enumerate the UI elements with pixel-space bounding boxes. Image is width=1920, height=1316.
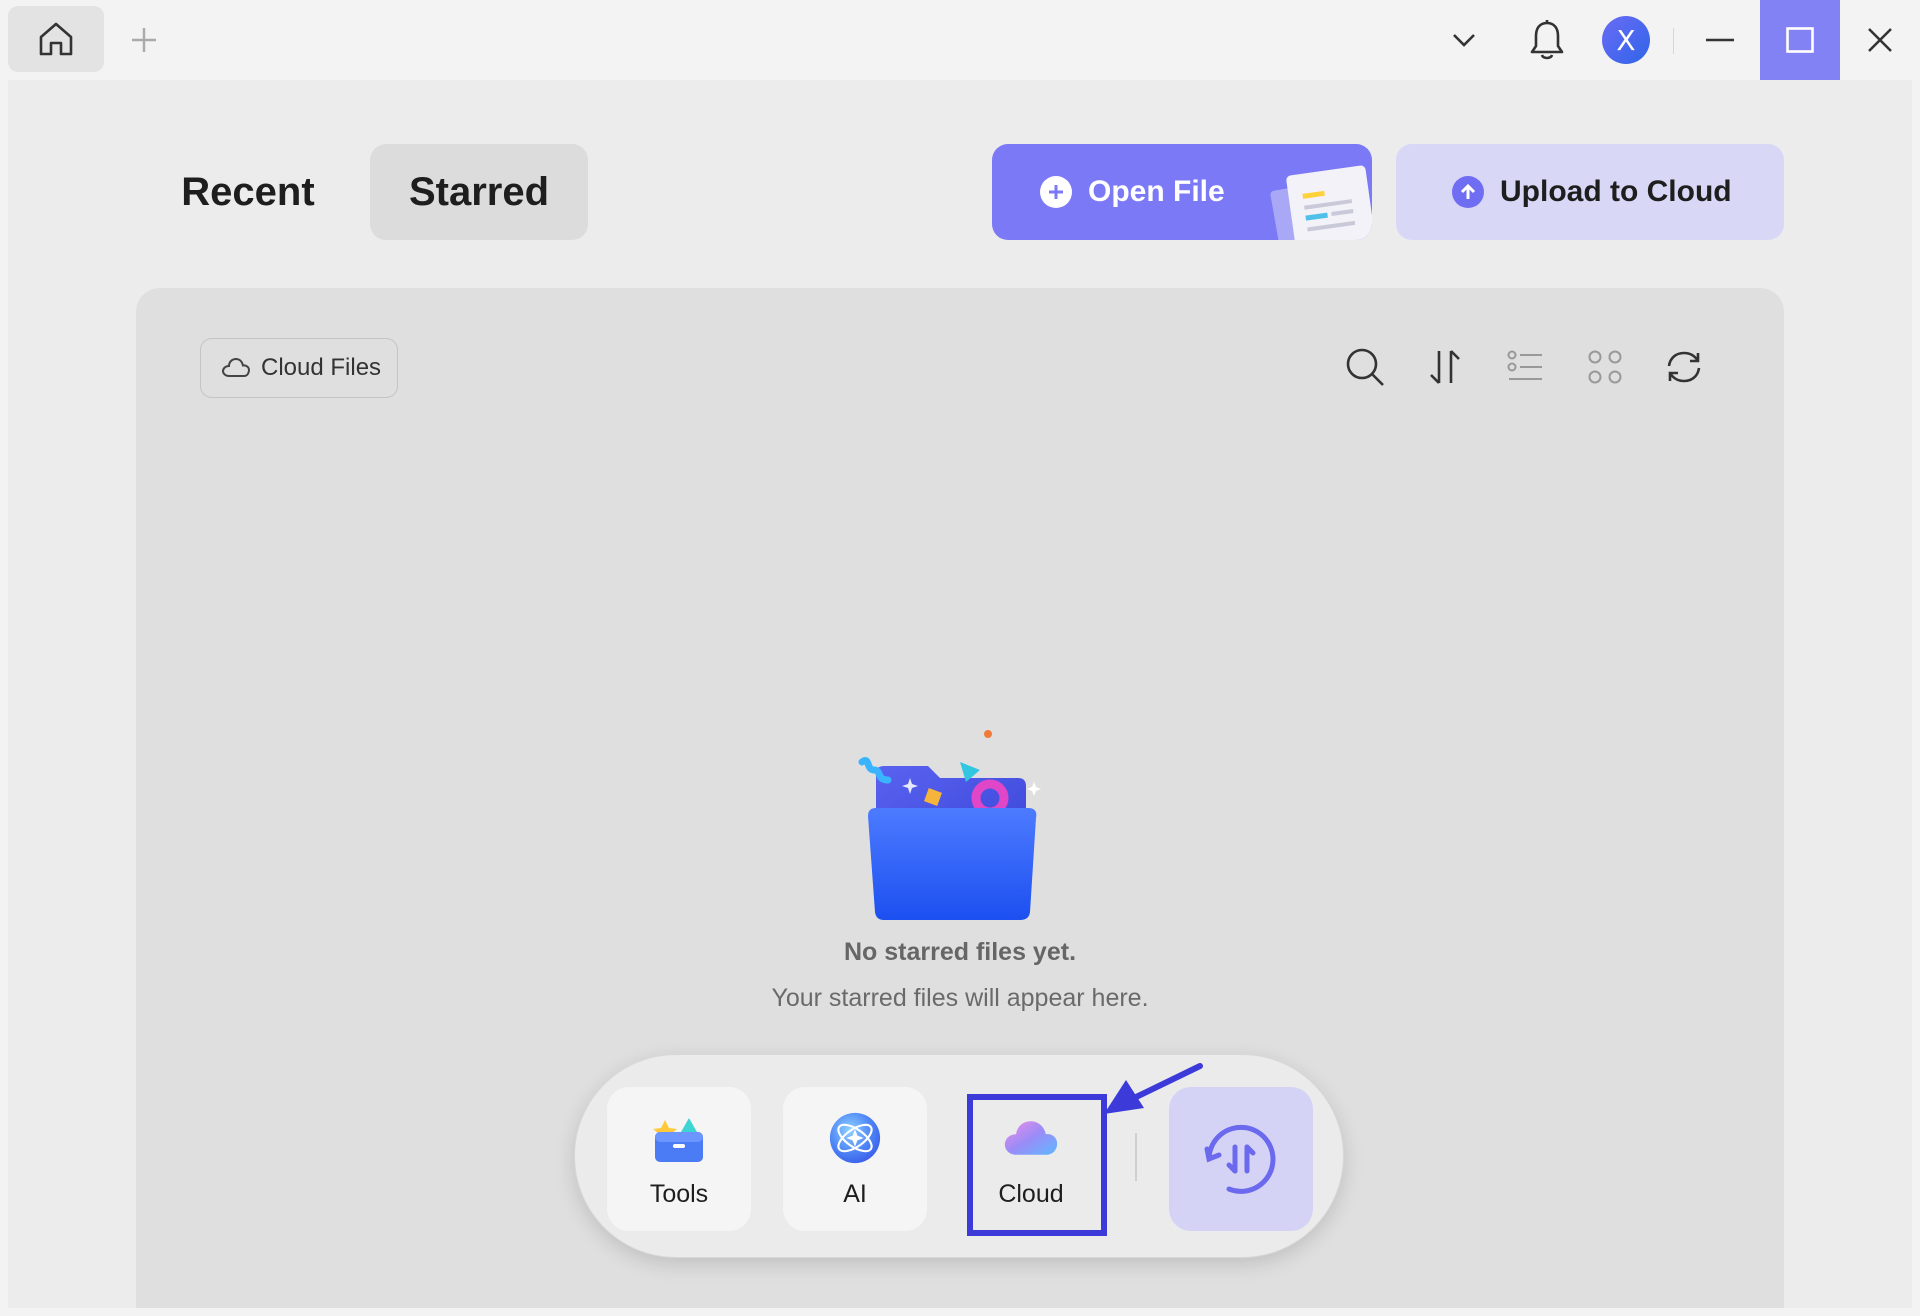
dropdown-button[interactable] [1436, 12, 1492, 68]
empty-folder-illustration [858, 730, 1041, 920]
notifications-button[interactable] [1519, 12, 1575, 68]
bottom-dock: Tools AI Cloud [574, 1054, 1344, 1258]
title-bar: X [0, 0, 1920, 80]
dock-tools-label: Tools [649, 1179, 709, 1208]
empty-state-title: No starred files yet. [843, 938, 1077, 966]
dock-divider [1135, 1133, 1137, 1181]
empty-state-subtitle: Your starred files will appear here. [771, 984, 1149, 1012]
close-button[interactable] [1840, 0, 1920, 80]
grid-view-icon [1588, 350, 1622, 384]
tab-recent[interactable]: Recent [154, 144, 342, 240]
highlight-box [967, 1094, 1107, 1236]
bell-icon [1530, 20, 1564, 60]
document-decoration-icon [1270, 165, 1372, 240]
refresh-icon [1667, 351, 1701, 383]
search-button[interactable] [1340, 342, 1390, 392]
dock-ai-button[interactable]: AI [783, 1087, 927, 1231]
plus-circle-icon [1040, 176, 1072, 208]
upload-to-cloud-button[interactable]: Upload to Cloud [1396, 144, 1784, 240]
maximize-button[interactable] [1760, 0, 1840, 80]
dock-tools-button[interactable]: Tools [607, 1087, 751, 1231]
cloud-outline-icon [221, 357, 251, 377]
sort-icon [1430, 350, 1460, 384]
open-file-button[interactable]: Open File [992, 144, 1372, 240]
plus-icon [132, 28, 156, 52]
new-tab-button[interactable] [124, 20, 164, 60]
list-view-button[interactable] [1500, 342, 1550, 392]
list-view-icon [1507, 350, 1542, 380]
avatar: X [1602, 16, 1650, 64]
titlebar-divider [1673, 28, 1674, 54]
sort-button[interactable] [1420, 342, 1470, 392]
minimize-button[interactable] [1680, 0, 1760, 80]
search-icon [1346, 348, 1384, 386]
dock-ai-label: AI [843, 1179, 867, 1208]
convert-icon [1204, 1124, 1276, 1194]
grid-view-button[interactable] [1580, 342, 1630, 392]
close-icon [1868, 28, 1892, 52]
upload-label: Upload to Cloud [1500, 175, 1732, 208]
annotation-arrow-icon [1104, 1063, 1203, 1114]
maximize-icon [1786, 27, 1814, 53]
avatar-button[interactable]: X [1598, 12, 1654, 68]
minimize-icon [1706, 38, 1734, 42]
cloud-files-label: Cloud Files [261, 354, 382, 381]
cloud-files-filter[interactable]: Cloud Files [200, 338, 398, 398]
open-file-label: Open File [1088, 175, 1225, 208]
tab-starred[interactable]: Starred [370, 144, 588, 240]
refresh-button[interactable] [1659, 342, 1709, 392]
chevron-down-icon [1453, 34, 1475, 47]
home-tab[interactable] [8, 6, 104, 72]
toolbox-icon [651, 1110, 707, 1166]
upload-arrow-icon [1452, 176, 1484, 208]
home-icon [39, 22, 73, 56]
ai-icon [827, 1110, 883, 1166]
